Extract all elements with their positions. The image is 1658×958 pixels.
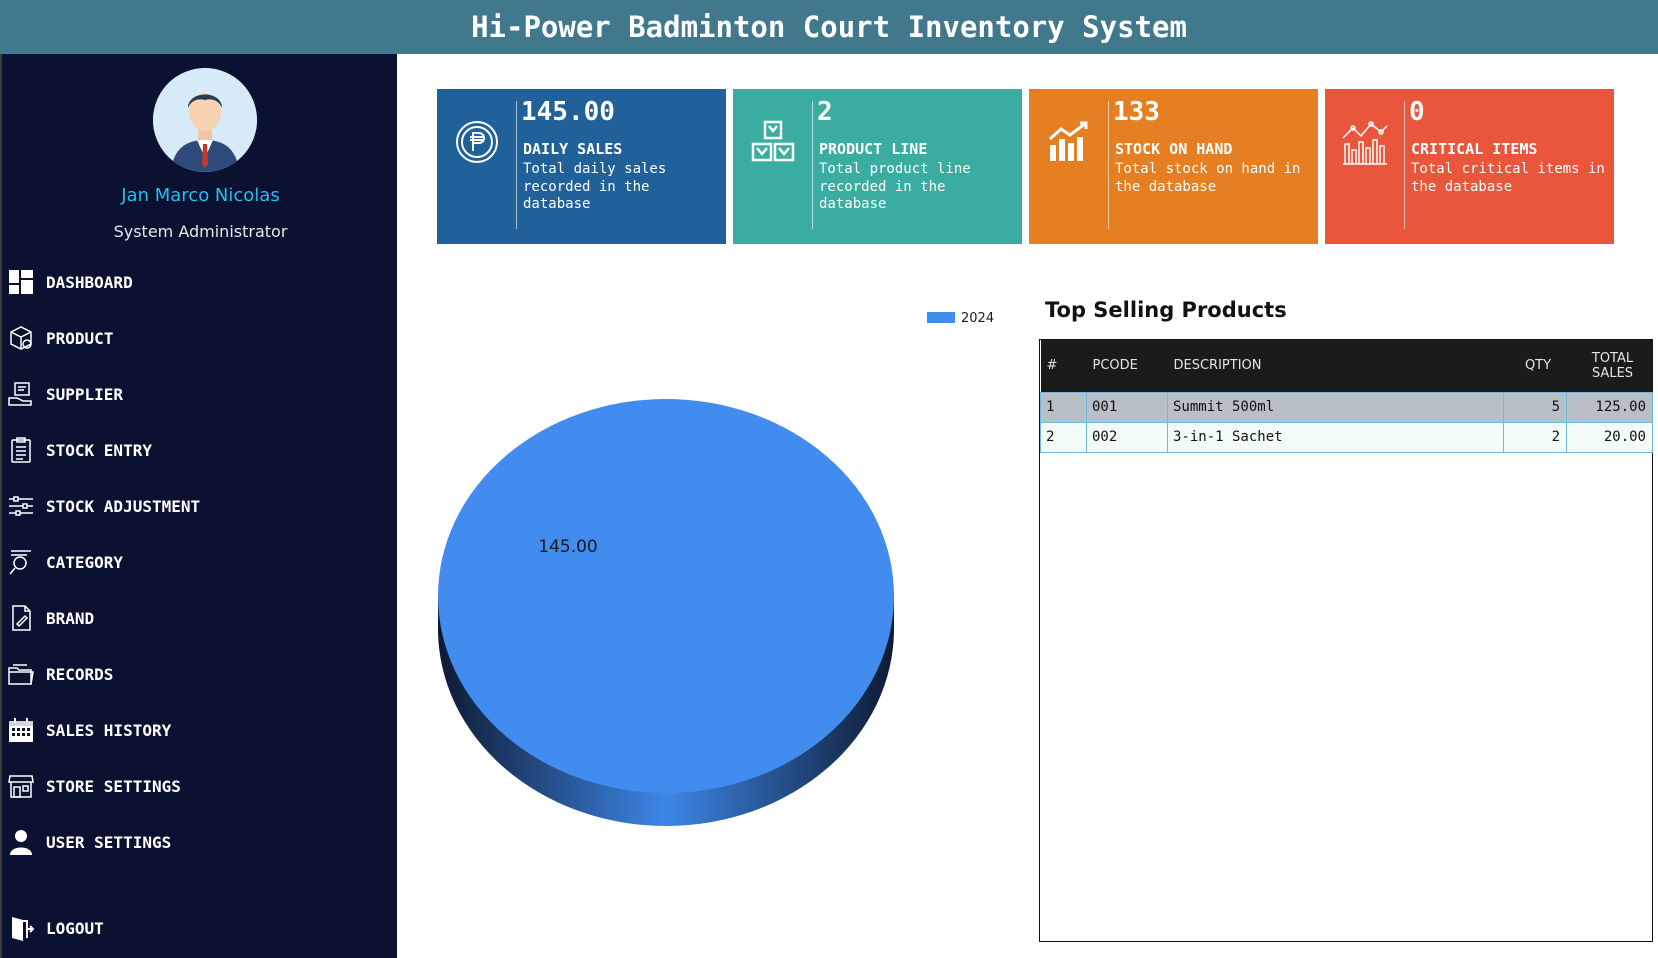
nav-product[interactable]: PRODUCT bbox=[6, 318, 386, 358]
calendar-icon bbox=[6, 715, 36, 745]
legend-swatch bbox=[927, 312, 955, 323]
card-value: 145.00 bbox=[521, 97, 615, 127]
card-stock-on-hand: 133 STOCK ON HAND Total stock on hand in… bbox=[1029, 89, 1318, 244]
nav-stock-entry[interactable]: STOCK ENTRY bbox=[6, 430, 386, 470]
pie-data-label: 145.00 bbox=[538, 537, 597, 557]
card-value: 133 bbox=[1113, 97, 1160, 127]
avatar bbox=[153, 68, 257, 172]
nav-label: STOCK ADJUSTMENT bbox=[46, 496, 201, 516]
col-header-qty[interactable]: QTY bbox=[1504, 340, 1567, 392]
nav-stock-adjustment[interactable]: STOCK ADJUSTMENT bbox=[6, 486, 386, 526]
pie-chart-svg: 145.00 2024 bbox=[438, 311, 994, 826]
category-search-icon bbox=[6, 547, 36, 577]
nav-store-settings[interactable]: STORE SETTINGS bbox=[6, 766, 386, 806]
card-title: DAILY SALES bbox=[523, 140, 623, 158]
nav-brand[interactable]: BRAND bbox=[6, 598, 386, 638]
app-title: Hi-Power Badminton Court Inventory Syste… bbox=[471, 10, 1187, 44]
nav-label: SUPPLIER bbox=[46, 384, 124, 404]
cell-qty: 2 bbox=[1503, 421, 1567, 453]
user-name: Jan Marco Nicolas bbox=[121, 185, 280, 206]
card-divider bbox=[1108, 101, 1109, 229]
col-header-number[interactable]: # bbox=[1041, 340, 1087, 392]
clipboard-icon bbox=[6, 435, 36, 465]
legend-label: 2024 bbox=[961, 311, 994, 326]
col-header-pcode[interactable]: PCODE bbox=[1087, 340, 1168, 392]
cell-description: Summit 500ml bbox=[1167, 391, 1504, 423]
card-divider bbox=[812, 101, 813, 229]
card-critical-items: 0 CRITICAL ITEMS Total critical items in… bbox=[1325, 89, 1614, 244]
nav-logout[interactable]: LOGOUT bbox=[6, 908, 386, 948]
cell-qty: 5 bbox=[1503, 391, 1567, 423]
nav-label: STORE SETTINGS bbox=[46, 776, 181, 796]
card-divider bbox=[516, 101, 517, 229]
cell-number: 2 bbox=[1040, 421, 1087, 453]
supplier-icon bbox=[6, 379, 36, 409]
user-role: System Administrator bbox=[113, 222, 288, 241]
card-description: Total critical items in the database bbox=[1411, 161, 1605, 195]
cell-number: 1 bbox=[1040, 391, 1087, 423]
top-selling-table: # PCODE DESCRIPTION QTY TOTAL SALES 1 00… bbox=[1039, 339, 1653, 942]
col-header-total-sales[interactable]: TOTAL SALES bbox=[1567, 340, 1653, 392]
nav-label: SALES HISTORY bbox=[46, 720, 172, 740]
card-value: 2 bbox=[817, 97, 833, 127]
cell-pcode: 002 bbox=[1086, 421, 1168, 453]
nav-label: STOCK ENTRY bbox=[46, 440, 152, 460]
nav-category[interactable]: CATEGORY bbox=[6, 542, 386, 582]
table-header-row: # PCODE DESCRIPTION QTY TOTAL SALES bbox=[1040, 340, 1653, 392]
nav-label: USER SETTINGS bbox=[46, 832, 172, 852]
sales-pie-chart: 145.00 2024 bbox=[420, 290, 1020, 850]
nav-sales-history[interactable]: SALES HISTORY bbox=[6, 710, 386, 750]
logout-icon bbox=[6, 913, 36, 943]
sliders-icon bbox=[6, 491, 36, 521]
dashboard-icon bbox=[6, 267, 36, 297]
cell-pcode: 001 bbox=[1086, 391, 1168, 423]
pie-slice-2024[interactable] bbox=[438, 399, 894, 793]
brand-document-icon bbox=[6, 603, 36, 633]
top-selling-title: Top Selling Products bbox=[1045, 298, 1287, 322]
sidebar: Jan Marco Nicolas System Administrator D… bbox=[0, 54, 397, 958]
card-description: Total product line recorded in the datab… bbox=[819, 161, 971, 212]
peso-coin-icon bbox=[447, 114, 507, 169]
card-title: STOCK ON HAND bbox=[1115, 140, 1233, 158]
app-title-bar: Hi-Power Badminton Court Inventory Syste… bbox=[0, 0, 1658, 54]
card-divider bbox=[1404, 101, 1405, 229]
nav-label: BRAND bbox=[46, 608, 95, 628]
card-daily-sales: 145.00 DAILY SALES Total daily sales rec… bbox=[437, 89, 726, 244]
card-description: Total daily sales recorded in the databa… bbox=[523, 161, 667, 212]
nav-label: PRODUCT bbox=[46, 328, 114, 348]
card-description: Total stock on hand in the database bbox=[1115, 161, 1301, 195]
box-icon bbox=[6, 323, 36, 353]
store-icon bbox=[6, 771, 36, 801]
cell-total-sales: 125.00 bbox=[1566, 391, 1653, 423]
card-title: PRODUCT LINE bbox=[819, 140, 928, 158]
user-icon bbox=[6, 827, 36, 857]
nav-records[interactable]: RECORDS bbox=[6, 654, 386, 694]
bar-chart-icon bbox=[1039, 114, 1099, 169]
nav-supplier[interactable]: SUPPLIER bbox=[6, 374, 386, 414]
table-row[interactable]: 1 001 Summit 500ml 5 125.00 bbox=[1040, 391, 1653, 423]
cell-total-sales: 20.00 bbox=[1566, 421, 1653, 453]
folder-icon bbox=[6, 659, 36, 689]
card-product-line: 2 PRODUCT LINE Total product line record… bbox=[733, 89, 1022, 244]
nav-label: DASHBOARD bbox=[46, 272, 133, 292]
cell-description: 3-in-1 Sachet bbox=[1167, 421, 1504, 453]
table-row[interactable]: 2 002 3-in-1 Sachet 2 20.00 bbox=[1040, 421, 1653, 453]
nav-user-settings[interactable]: USER SETTINGS bbox=[6, 822, 386, 862]
nav-label: CATEGORY bbox=[46, 552, 124, 572]
nav-label: LOGOUT bbox=[46, 918, 104, 938]
col-header-description[interactable]: DESCRIPTION bbox=[1168, 340, 1504, 392]
critical-chart-icon bbox=[1335, 114, 1395, 169]
nav-dashboard[interactable]: DASHBOARD bbox=[6, 262, 386, 302]
boxes-icon bbox=[743, 114, 803, 169]
card-title: CRITICAL ITEMS bbox=[1411, 140, 1538, 158]
card-value: 0 bbox=[1409, 97, 1425, 127]
nav-label: RECORDS bbox=[46, 664, 114, 684]
